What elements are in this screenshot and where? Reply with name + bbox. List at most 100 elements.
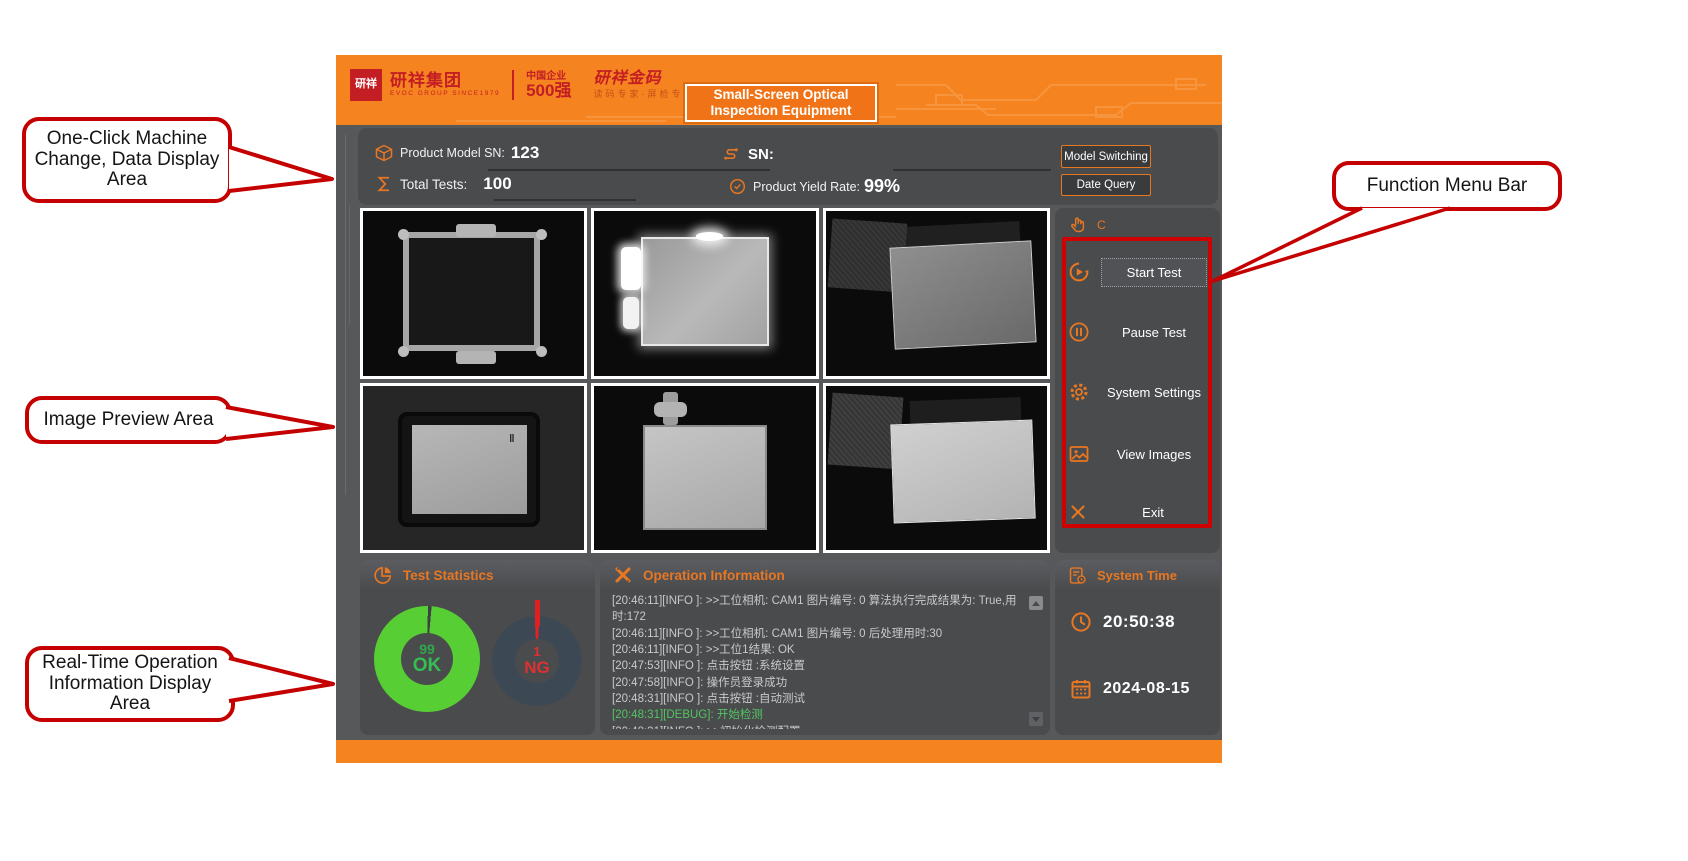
knob-shape (654, 402, 687, 417)
ok-donut-label: 99 OK (374, 606, 480, 712)
crossed-tools-icon (612, 564, 634, 586)
log-line: [20:48:31][INFO ]: >>初始化检测配置 (612, 724, 1022, 729)
test-statistics-header: Test Statistics (360, 560, 595, 590)
exit-x-icon (1067, 501, 1089, 523)
callout-tail-4 (1213, 208, 1450, 281)
logo-top500: 500强 (526, 82, 571, 99)
down-arrow-icon (1032, 717, 1040, 722)
left-decor-line-2 (349, 205, 350, 325)
yield-rate-value: 99% (864, 176, 900, 197)
log-scroll-up-button[interactable] (1029, 596, 1043, 610)
ng-donut-ring: 1 NG (492, 616, 582, 706)
corner-dot (536, 229, 547, 240)
callout-tail-1 (229, 147, 332, 191)
date-query-button[interactable]: Date Query (1061, 174, 1151, 196)
pie-chart-icon (372, 564, 394, 586)
corner-dot (536, 346, 547, 357)
log-line: [20:48:31][DEBUG]: 开始检测 (612, 707, 1022, 723)
product-model-label: Product Model SN: (400, 146, 505, 160)
logo-group-sub: EVOC GROUP SINCE1979 (390, 91, 500, 98)
log-output[interactable]: [20:46:11][INFO ]: >>工位相机: CAM1 图片编号: 0 … (612, 593, 1022, 729)
corner-dot (398, 346, 409, 357)
pause-test-label: Pause Test (1101, 325, 1207, 340)
sn-flow-icon (720, 144, 742, 164)
pause-test-button[interactable]: Pause Test (1067, 315, 1207, 349)
system-settings-button[interactable]: System Settings (1067, 375, 1207, 409)
camera-image-2[interactable] (591, 208, 818, 379)
screenshot-canvas: 研祥 研祥集团 EVOC GROUP SINCE1979 中国企业 500强 研… (0, 0, 1688, 861)
panel-shape (641, 237, 769, 346)
operation-information-header: Operation Information (600, 560, 1050, 590)
start-test-icon (1067, 260, 1091, 284)
view-images-label: View Images (1101, 447, 1207, 462)
camera-image-3[interactable] (823, 208, 1050, 379)
product-box-icon (374, 143, 394, 163)
panel-shape (889, 240, 1036, 349)
sn-field: SN: (720, 144, 780, 164)
log-line: [20:46:11][INFO ]: >>工位1结果: OK (612, 642, 1022, 658)
callout-tail-3 (229, 658, 333, 701)
menu-header-label: C (1097, 218, 1106, 232)
exit-button[interactable]: Exit (1067, 495, 1207, 529)
log-line: [20:48:31][INFO ]: 点击按钮 :自动测试 (612, 691, 1022, 707)
menu-header: C (1067, 214, 1106, 236)
camera-image-5[interactable] (591, 383, 818, 554)
glare-shape (623, 297, 638, 330)
yield-check-icon (728, 177, 747, 196)
total-tests-field: Total Tests: 100 (374, 173, 512, 195)
camera-image-6[interactable] (823, 383, 1050, 554)
log-line: [20:47:53][INFO ]: 点击按钮 :系统设置 (612, 658, 1022, 674)
log-scroll-down-button[interactable] (1029, 712, 1043, 726)
data-display-panel: Product Model SN: 123 Total Tests: 100 S… (358, 128, 1218, 205)
view-images-button[interactable]: View Images (1067, 437, 1207, 471)
callout-function-menu-bar: Function Menu Bar (1332, 161, 1562, 211)
operation-information-title: Operation Information (643, 568, 785, 583)
pause-test-icon (1067, 320, 1091, 344)
glare-shape (696, 232, 723, 240)
yield-rate-field: Product Yield Rate: 99% (728, 176, 900, 197)
model-switching-button[interactable]: Model Switching (1061, 145, 1151, 168)
product-model-value: 123 (511, 143, 539, 163)
operation-information-panel: Operation Information [20:46:11][INFO ]:… (600, 560, 1050, 735)
marking-shape: ‖ (509, 433, 514, 445)
clock-icon (1069, 610, 1093, 634)
app-footer-bar (336, 740, 1222, 763)
camera-image-4[interactable]: ‖ (360, 383, 587, 554)
log-line: [20:46:11][INFO ]: >>工位相机: CAM1 图片编号: 0 … (612, 626, 1022, 642)
app-title: Small-Screen Optical Inspection Equipmen… (685, 84, 877, 122)
function-menu-panel: C Start Test Pause Test System Settings … (1055, 208, 1220, 553)
ok-count: 99 (419, 642, 435, 657)
exit-label: Exit (1099, 505, 1207, 520)
hand-click-icon (1067, 214, 1089, 236)
callout-tail-2 (226, 407, 333, 439)
sigma-icon (374, 173, 394, 195)
underline (494, 199, 636, 201)
sn-label: SN: (748, 146, 774, 163)
system-time-panel: System Time 20:50:38 2024-08-15 (1055, 560, 1220, 735)
app-window: 研祥 研祥集团 EVOC GROUP SINCE1979 中国企业 500强 研… (336, 55, 1222, 763)
logo-divider (512, 70, 514, 100)
panel-shape (890, 419, 1035, 523)
start-test-label: Start Test (1101, 258, 1207, 287)
underline (893, 169, 1051, 171)
total-tests-value: 100 (483, 174, 511, 194)
time-row: 20:50:38 (1069, 610, 1175, 634)
up-arrow-icon (1032, 601, 1040, 606)
log-line: [20:46:11][INFO ]: >>工位相机: CAM1 图片编号: 0 … (612, 593, 1022, 626)
start-test-button[interactable]: Start Test (1067, 255, 1207, 289)
yield-rate-label: Product Yield Rate: (753, 180, 860, 194)
product-model-field: Product Model SN: 123 (374, 143, 539, 163)
left-decor-line (345, 135, 346, 495)
date-row: 2024-08-15 (1069, 677, 1190, 701)
ng-count: 1 (533, 645, 540, 659)
callout-log-display-area: Real-Time Operation Information Display … (25, 646, 235, 722)
logo-china-enterprise: 中国企业 (526, 72, 571, 82)
system-time-title: System Time (1097, 568, 1177, 583)
app-header: 研祥 研祥集团 EVOC GROUP SINCE1979 中国企业 500强 研… (336, 55, 1222, 125)
glare-shape (621, 247, 641, 290)
panel-tab-shape (456, 224, 496, 237)
panel-tab-shape (456, 351, 496, 364)
view-images-icon (1067, 442, 1091, 466)
panel-frame-shape (403, 232, 540, 350)
camera-image-1[interactable] (360, 208, 587, 379)
